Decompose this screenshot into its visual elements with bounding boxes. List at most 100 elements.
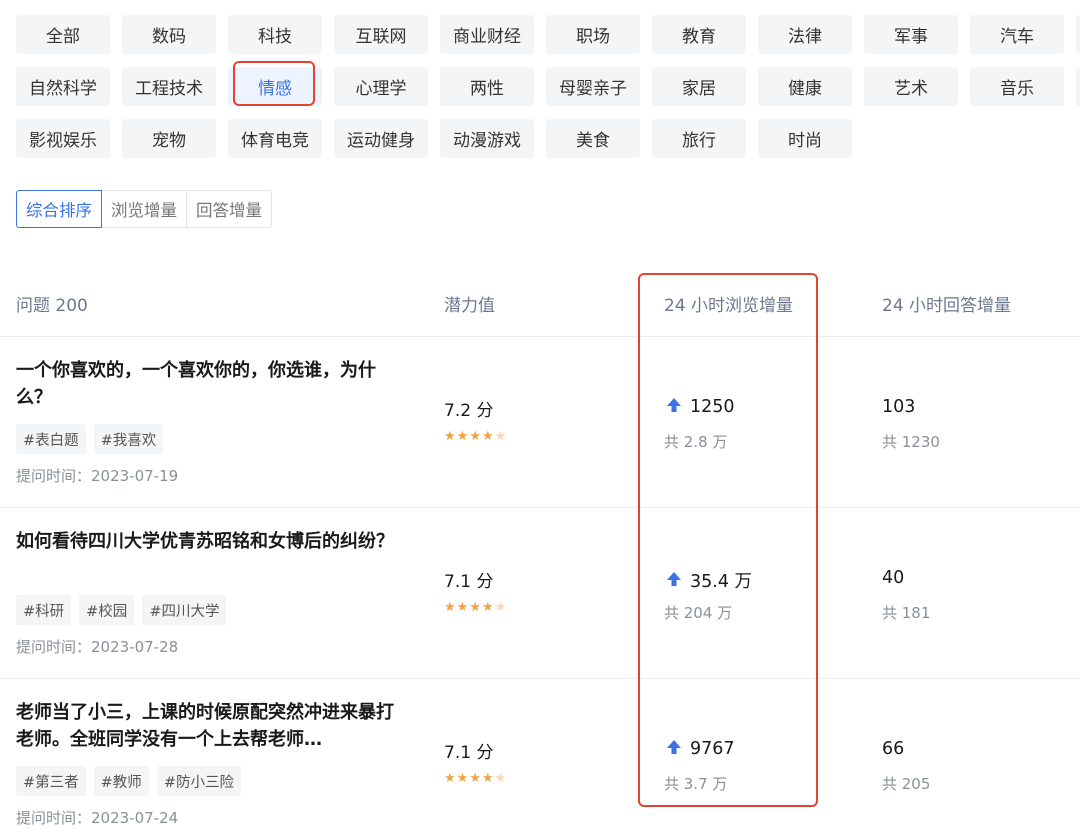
question-tag[interactable]: #防小三险 (156, 766, 241, 796)
answers-total: 共 181 (882, 604, 931, 622)
views-increase: 35.4 万 (666, 568, 752, 593)
question-tag[interactable]: #教师 (93, 766, 149, 796)
category-chip[interactable]: 两性 (440, 67, 534, 106)
category-chip[interactable]: 法律 (758, 15, 852, 54)
star-filled-icon: ★ (444, 429, 456, 444)
star-filled-icon: ★ (456, 429, 469, 444)
category-chip[interactable]: 健康 (758, 67, 852, 106)
category-chip[interactable]: 科技 (228, 15, 322, 54)
star-rating: ★ ★ ★ ★ ★ (444, 772, 506, 785)
star-empty-icon: ★ (494, 600, 507, 615)
table-row: 如何看待四川大学优青苏昭铭和女博后的纠纷？ #科研 #校园 #四川大学提问时间：202… (0, 508, 1080, 679)
category-chip[interactable]: 音乐 (970, 67, 1064, 106)
category-chip[interactable]: 工程技术 (122, 67, 216, 106)
views-increase-value: 1250 (690, 397, 735, 417)
star-filled-icon: ★ (481, 429, 494, 444)
category-row: 影视娱乐 宠物 体育电竞 运动健身 动漫游戏 美食 旅行 时尚 (16, 119, 1080, 158)
category-chip[interactable]: 数码 (122, 15, 216, 54)
category-chip[interactable]: 职场 (546, 15, 640, 54)
star-empty-icon: ★ (494, 771, 507, 786)
views-total: 共 204 万 (664, 604, 733, 622)
views-increase: 9767 (666, 739, 735, 759)
star-filled-icon: ★ (456, 600, 469, 615)
up-arrow-icon (666, 739, 682, 759)
star-filled-icon: ★ (469, 600, 481, 615)
table-row: 一个你喜欢的，一个喜欢你的，你选谁，为什么？ #表白题 #我喜欢提问时间：2023-… (0, 337, 1080, 508)
question-tag[interactable]: #科研 (16, 595, 72, 625)
category-chip[interactable]: 情感 (228, 67, 322, 106)
asked-time: 提问时间：2023-07-28 (16, 638, 179, 656)
category-grid: 全部 数码 科技 互联网 商业财经 职场 教育 法律 军事 汽车 自然科学 工程技术 情感 心理学 两性 母婴… (16, 15, 1080, 171)
star-filled-icon: ★ (481, 771, 494, 786)
views-increase-value: 9767 (690, 739, 735, 759)
category-chip[interactable]: 自然科学 (16, 67, 110, 106)
category-chip[interactable]: 艺术 (864, 67, 958, 106)
category-chip[interactable]: 母婴亲子 (546, 67, 640, 106)
category-chip[interactable]: 心理学 (334, 67, 428, 106)
header-answers-24h[interactable]: 24 小时回答增量 (882, 291, 1011, 316)
category-chip[interactable]: 影视娱乐 (16, 119, 110, 158)
answers-total: 共 205 (882, 775, 931, 793)
category-chip[interactable]: 动漫游戏 (440, 119, 534, 158)
question-tag[interactable]: #四川大学 (142, 595, 227, 625)
potential-score: 7.2 分 (444, 401, 494, 421)
question-tag[interactable]: #表白题 (16, 424, 86, 454)
star-empty-icon: ★ (494, 429, 507, 444)
views-total: 共 2.8 万 (664, 433, 728, 451)
category-chip-partial[interactable] (1076, 15, 1080, 54)
question-title[interactable]: 如何看待四川大学优青苏昭铭和女博后的纠纷？ (16, 528, 396, 555)
category-chip-partial[interactable] (1076, 67, 1080, 106)
header-views-24h[interactable]: 24 小时浏览增量 (664, 291, 793, 316)
question-tag[interactable]: #校园 (79, 595, 135, 625)
table-row: 老师当了小三，上课的时候原配突然冲进来暴打老师。全班同学没有一个上去帮老师… #第… (0, 679, 1080, 838)
category-chip[interactable]: 商业财经 (440, 15, 534, 54)
asked-time: 提问时间：2023-07-19 (16, 467, 179, 485)
star-filled-icon: ★ (444, 771, 456, 786)
category-chip[interactable]: 运动健身 (334, 119, 428, 158)
category-chip[interactable]: 时尚 (758, 119, 852, 158)
star-filled-icon: ★ (444, 600, 456, 615)
category-chip[interactable]: 宠物 (122, 119, 216, 158)
category-chip[interactable]: 体育电竞 (228, 119, 322, 158)
tag-list: #第三者 #教师 #防小三险 (16, 766, 241, 796)
category-chip[interactable]: 旅行 (652, 119, 746, 158)
category-chip[interactable]: 美食 (546, 119, 640, 158)
up-arrow-icon (666, 397, 682, 417)
tag-list: #科研 #校园 #四川大学 (16, 595, 227, 625)
question-title[interactable]: 老师当了小三，上课的时候原配突然冲进来暴打老师。全班同学没有一个上去帮老师… (16, 699, 396, 753)
category-chip[interactable]: 汽车 (970, 15, 1064, 54)
category-chip[interactable]: 教育 (652, 15, 746, 54)
question-tag[interactable]: #我喜欢 (93, 424, 164, 454)
star-rating: ★ ★ ★ ★ ★ (444, 601, 506, 614)
category-chip[interactable]: 军事 (864, 15, 958, 54)
answers-increase-value: 66 (882, 739, 905, 759)
views-increase-value: 35.4 万 (690, 572, 753, 592)
up-arrow-icon (666, 571, 682, 591)
star-filled-icon: ★ (481, 600, 494, 615)
star-filled-icon: ★ (469, 771, 481, 786)
category-row: 全部 数码 科技 互联网 商业财经 职场 教育 法律 军事 汽车 (16, 15, 1080, 54)
potential-score: 7.1 分 (444, 572, 494, 592)
category-chip[interactable]: 全部 (16, 15, 110, 54)
category-row: 自然科学 工程技术 情感 心理学 两性 母婴亲子 家居 健康 艺术 音乐 (16, 67, 1080, 106)
star-rating: ★ ★ ★ ★ ★ (444, 430, 506, 443)
sort-tab-comprehensive[interactable]: 综合排序 (16, 190, 102, 228)
question-title[interactable]: 一个你喜欢的，一个喜欢你的，你选谁，为什么？ (16, 357, 396, 411)
star-filled-icon: ★ (469, 429, 481, 444)
category-chip[interactable]: 互联网 (334, 15, 428, 54)
tag-list: #表白题 #我喜欢 (16, 424, 164, 454)
views-total: 共 3.7 万 (664, 775, 728, 793)
answers-increase-value: 40 (882, 568, 905, 588)
answers-increase-value: 103 (882, 397, 916, 417)
star-filled-icon: ★ (456, 771, 469, 786)
views-increase: 1250 (666, 397, 735, 417)
sort-tab-views[interactable]: 浏览增量 (102, 190, 187, 228)
answers-total: 共 1230 (882, 433, 940, 451)
asked-time: 提问时间：2023-07-24 (16, 809, 179, 827)
sort-tab-answers[interactable]: 回答增量 (187, 190, 272, 228)
category-chip[interactable]: 家居 (652, 67, 746, 106)
table-header: 问题 200 潜力值 24 小时浏览增量 24 小时回答增量 (0, 283, 1080, 337)
header-potential[interactable]: 潜力值 (444, 291, 495, 316)
potential-score: 7.1 分 (444, 743, 494, 763)
question-tag[interactable]: #第三者 (16, 766, 86, 796)
